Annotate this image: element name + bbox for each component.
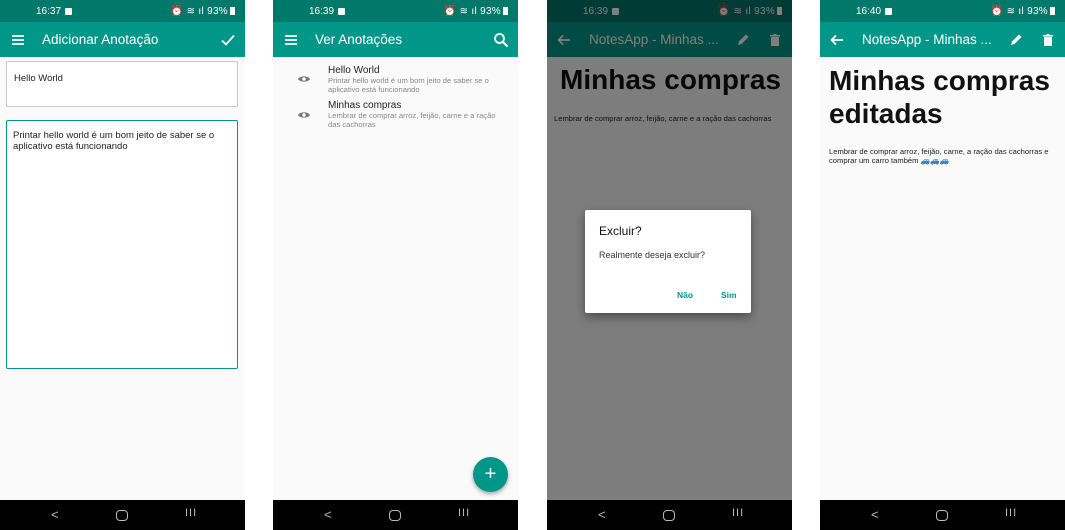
- title-input[interactable]: Hello World: [6, 61, 238, 107]
- note-title: Hello World: [328, 65, 380, 76]
- note-preview: Printar hello world é um bom jeito de sa…: [328, 76, 489, 94]
- eye-icon[interactable]: [297, 110, 311, 120]
- nav-back-icon[interactable]: <: [51, 507, 59, 522]
- battery-level: 93%: [207, 6, 228, 17]
- battery-icon: [503, 7, 508, 16]
- nav-home-icon[interactable]: [936, 510, 948, 521]
- status-bar: 16:40 ⏰ ≋ ıl 93%: [820, 0, 1065, 22]
- status-bar: 16:39 ⏰ ≋ ıl 93%: [273, 0, 518, 22]
- notification-icon: [338, 7, 346, 15]
- status-time: 16:40: [856, 6, 882, 17]
- nav-home-icon[interactable]: [116, 510, 128, 521]
- nav-recents-icon[interactable]: III: [1005, 507, 1017, 519]
- check-icon[interactable]: [219, 31, 237, 49]
- nav-back-icon[interactable]: <: [871, 507, 879, 522]
- system-nav-bar: < III: [0, 500, 245, 530]
- note-detail-body: Lembrar de comprar arroz, feijão, carne,…: [829, 147, 1049, 165]
- menu-icon[interactable]: [9, 31, 27, 49]
- nav-recents-icon[interactable]: III: [458, 507, 470, 519]
- system-nav-bar: < III: [820, 500, 1065, 530]
- nav-home-icon[interactable]: [663, 510, 675, 521]
- edit-icon[interactable]: [1007, 31, 1025, 49]
- status-icons: ⏰ ≋ ıl: [443, 6, 481, 17]
- status-icons: ⏰ ≋ ıl: [170, 6, 208, 17]
- delete-icon[interactable]: [1039, 31, 1057, 49]
- status-bar: 16:37 ⏰ ≋ ıl 93%: [0, 0, 245, 22]
- yes-button[interactable]: Sim: [721, 290, 737, 300]
- dialog-title: Excluir?: [599, 224, 642, 238]
- status-time: 16:39: [309, 6, 335, 17]
- status-icons: ⏰ ≋ ıl: [990, 6, 1028, 17]
- status-time: 16:37: [36, 6, 62, 17]
- note-detail-title: Minhas compras editadas: [829, 65, 1050, 129]
- body-input[interactable]: Printar hello world é um bom jeito de sa…: [6, 120, 238, 369]
- page-title: Adicionar Anotação: [42, 32, 159, 47]
- list-item[interactable]: Minhas compras Lembrar de comprar arroz,…: [328, 100, 504, 129]
- list-item[interactable]: Hello World Printar hello world é um bom…: [328, 65, 504, 94]
- battery-level: 93%: [1027, 6, 1048, 17]
- no-button[interactable]: Não: [677, 290, 693, 300]
- delete-dialog: Excluir? Realmente deseja excluir? Não S…: [585, 210, 751, 313]
- phone-delete-dialog: 16:39 ⏰ ≋ ıl 93% NotesApp - Minhas ... M…: [547, 0, 792, 530]
- nav-home-icon[interactable]: [389, 510, 401, 521]
- phone-add-note: 16:37 ⏰ ≋ ıl 93% Adicionar Anotação Hell…: [0, 0, 245, 530]
- system-nav-bar: < III: [547, 500, 792, 530]
- nav-back-icon[interactable]: <: [324, 507, 332, 522]
- search-icon[interactable]: [492, 31, 510, 49]
- page-title: Ver Anotações: [315, 32, 403, 47]
- dialog-message: Realmente deseja excluir?: [599, 250, 706, 260]
- nav-back-icon[interactable]: <: [598, 507, 606, 522]
- back-arrow-icon[interactable]: [828, 31, 846, 49]
- notification-icon: [885, 7, 893, 15]
- app-bar: NotesApp - Minhas ...: [820, 22, 1065, 57]
- page-title: NotesApp - Minhas ...: [862, 32, 992, 47]
- note-preview: Lembrar de comprar arroz, feijão, carne …: [328, 111, 496, 129]
- battery-icon: [1050, 7, 1055, 16]
- add-note-button[interactable]: +: [473, 457, 508, 492]
- phone-note-detail: 16:40 ⏰ ≋ ıl 93% NotesApp - Minhas ... M…: [820, 0, 1065, 530]
- app-bar: Ver Anotações: [273, 22, 518, 57]
- system-nav-bar: < III: [273, 500, 518, 530]
- nav-recents-icon[interactable]: III: [732, 507, 744, 519]
- menu-icon[interactable]: [282, 31, 300, 49]
- notification-icon: [65, 7, 73, 15]
- eye-icon[interactable]: [297, 74, 311, 84]
- battery-level: 93%: [480, 6, 501, 17]
- nav-recents-icon[interactable]: III: [185, 507, 197, 519]
- battery-icon: [230, 7, 235, 16]
- app-bar: Adicionar Anotação: [0, 22, 245, 57]
- phone-list-notes: 16:39 ⏰ ≋ ıl 93% Ver Anotações Hello Wor…: [273, 0, 518, 530]
- note-title: Minhas compras: [328, 100, 402, 111]
